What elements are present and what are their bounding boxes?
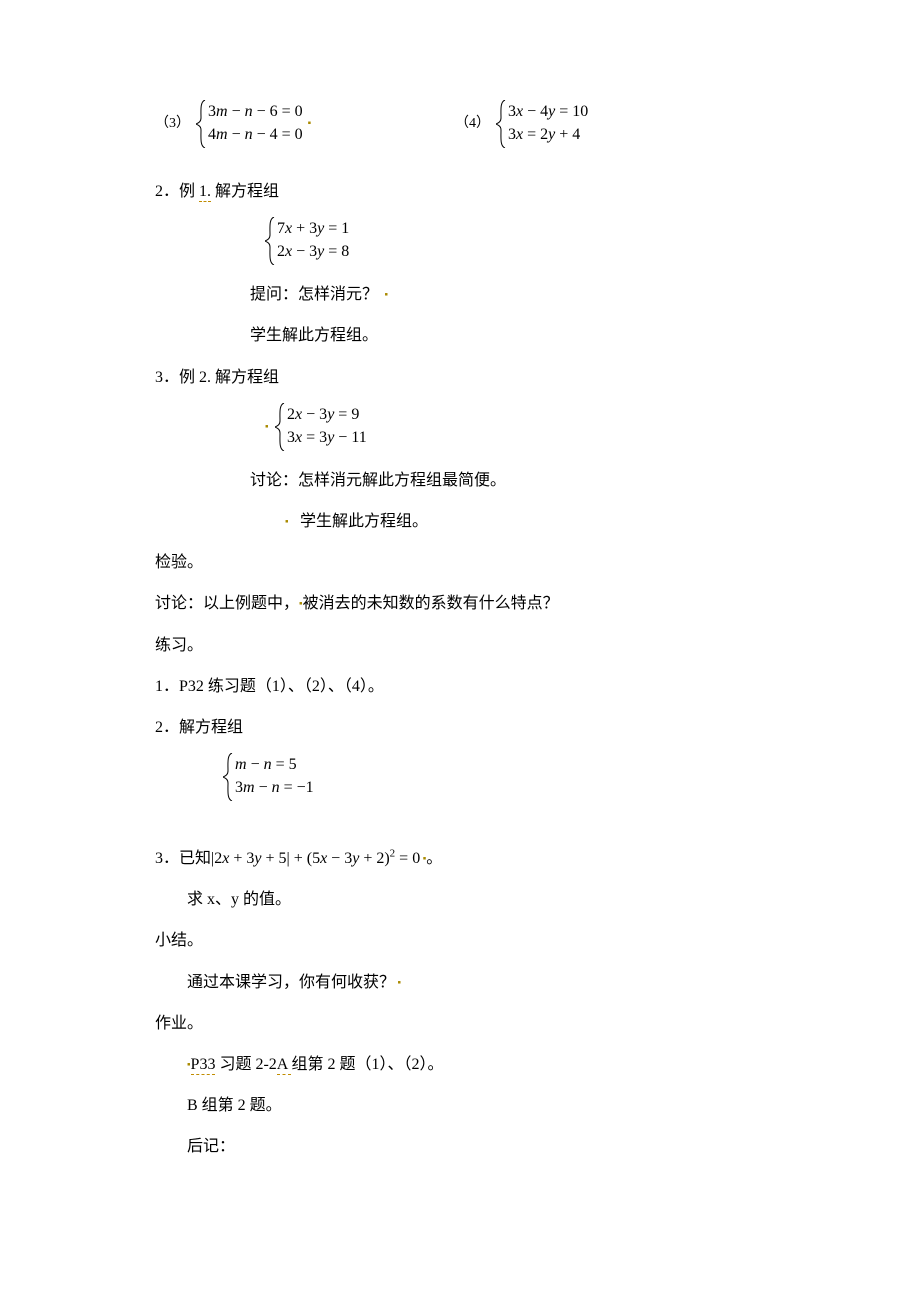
abs-expr: |2x + 3y + 5| xyxy=(211,850,290,867)
system-ex1: 7x + 3y = 1 2x − 3y = 8 xyxy=(265,217,770,265)
practice-3: 3．已知|2x + 3y + 5| + (5x − 3y + 2)2 = 0 ▪… xyxy=(155,843,770,874)
left-brace-icon xyxy=(496,100,506,148)
practice-head: 练习。 xyxy=(155,630,770,661)
ex2-row1: 2x − 3y = 9 xyxy=(287,406,359,423)
dot-icon: ▪ xyxy=(265,421,271,432)
ex2-student: ▪ 学生解此方程组。 xyxy=(285,506,770,537)
equation-3-slot: （3） 3m − n − 6 = 0 4m − n − 4 = 0 ▪ xyxy=(155,100,455,148)
paren-expr: (5x − 3y + 2) xyxy=(307,850,390,867)
eq4-row1: 3x − 4y = 10 xyxy=(508,103,588,120)
postscript: 后记： xyxy=(187,1131,770,1162)
brace-system-4: 3x − 4y = 10 3x = 2y + 4 xyxy=(496,100,588,148)
label-4: （4） xyxy=(455,110,490,137)
ex2-discuss: 讨论：怎样消元解此方程组最简便。 xyxy=(250,465,770,496)
discuss-line: 讨论：以上例题中，▪被消去的未知数的系数有什么特点？ xyxy=(155,588,770,619)
equation-4-slot: （4） 3x − 4y = 10 3x = 2y + 4 xyxy=(455,100,588,148)
document-page: （3） 3m − n − 6 = 0 4m − n − 4 = 0 ▪ （4） xyxy=(0,0,920,1302)
p2-row2: 3m − n = −1 xyxy=(235,779,314,796)
dot-icon: ▪ xyxy=(303,114,312,134)
practice-2-head: 2．解方程组 xyxy=(155,712,770,743)
ex1-row2: 2x − 3y = 8 xyxy=(277,243,349,260)
p2-row1: m − n = 5 xyxy=(235,756,297,773)
section-3-head: 3．例 2. 解方程组 xyxy=(155,362,770,393)
homework-2: B 组第 2 题。 xyxy=(187,1090,770,1121)
homework-head: 作业。 xyxy=(155,1008,770,1039)
summary-body: 通过本课学习，你有何收获？ ▪ xyxy=(187,967,770,998)
hw1-underlined: P33 xyxy=(191,1056,216,1075)
underlined-1: 1. xyxy=(199,183,211,202)
eq3-row1: 3m − n − 6 = 0 xyxy=(208,103,303,120)
dot-icon: ▪ xyxy=(187,1060,191,1071)
dot-icon: ▪ xyxy=(395,977,401,988)
practice-1: 1．P32 练习题（1）、（2）、（4）。 xyxy=(155,671,770,702)
practice-3-ask: 求 x、y 的值。 xyxy=(187,884,770,915)
section-2-head: 2．例 1. 解方程组 xyxy=(155,176,770,207)
brace-system-3: 3m − n − 6 = 0 4m − n − 4 = 0 xyxy=(196,100,303,148)
hw1-a-under: A xyxy=(277,1056,292,1075)
dot-icon: ▪ xyxy=(285,517,296,528)
ex2-row2: 3x = 3y − 11 xyxy=(287,429,367,446)
dot-icon: ▪ xyxy=(382,290,388,301)
ex1-row1: 7x + 3y = 1 xyxy=(277,220,349,237)
eq4-row2: 3x = 2y + 4 xyxy=(508,126,580,143)
ex1-student: 学生解此方程组。 xyxy=(250,320,770,351)
practice-2-system: m − n = 5 3m − n = −1 xyxy=(223,753,770,801)
equation-pair-3-4: （3） 3m − n − 6 = 0 4m − n − 4 = 0 ▪ （4） xyxy=(155,100,770,148)
left-brace-icon xyxy=(223,753,233,801)
summary-head: 小结。 xyxy=(155,925,770,956)
left-brace-icon xyxy=(196,100,206,148)
eq3-row2: 4m − n − 4 = 0 xyxy=(208,126,303,143)
check-line: 检验。 xyxy=(155,547,770,578)
label-3: （3） xyxy=(155,110,190,137)
homework-1: ▪P33 习题 2-2A 组第 2 题（1）、（2）。 xyxy=(187,1049,770,1080)
system-ex2: ▪ 2x − 3y = 9 3x = 3y − 11 xyxy=(265,403,770,451)
ex1-question: 提问：怎样消元？ ▪ xyxy=(250,279,770,310)
left-brace-icon xyxy=(265,217,275,265)
left-brace-icon xyxy=(275,403,285,451)
